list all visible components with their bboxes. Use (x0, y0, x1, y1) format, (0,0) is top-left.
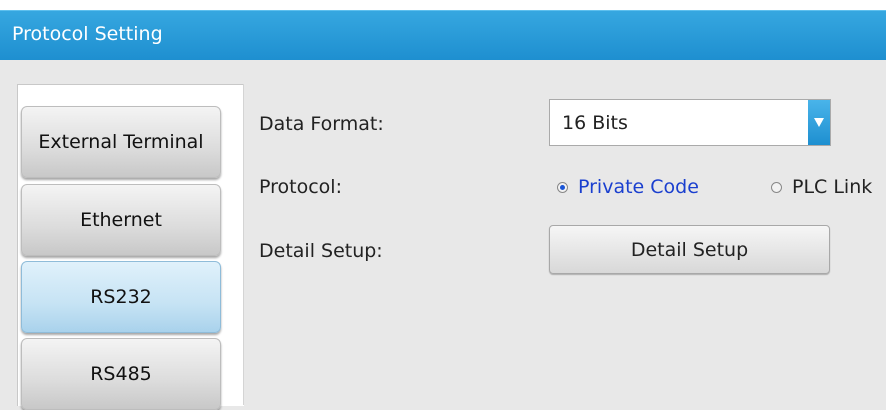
title-bar: Protocol Setting (0, 10, 886, 60)
top-margin (0, 0, 886, 10)
sidebar-item-rs232[interactable]: RS232 (21, 261, 221, 333)
protocol-option-plc-link[interactable]: PLC Link (771, 176, 872, 198)
data-format-value: 16 Bits (562, 112, 628, 134)
radio-label: PLC Link (792, 176, 873, 198)
panel-divider (243, 84, 244, 405)
window-title: Protocol Setting (12, 23, 163, 45)
radio-checked-icon (557, 181, 568, 193)
radio-label: Private Code (578, 176, 699, 198)
sidebar-item-label: External Terminal (38, 131, 204, 153)
sidebar-item-label: Ethernet (80, 209, 162, 231)
radio-unchecked-icon (771, 181, 782, 193)
protocol-label: Protocol: (259, 176, 342, 198)
detail-setup-label: Detail Setup: (259, 240, 383, 262)
data-format-select[interactable]: 16 Bits (549, 99, 831, 146)
sidebar-item-external-terminal[interactable]: External Terminal (21, 106, 221, 178)
sidebar-item-ethernet[interactable]: Ethernet (21, 184, 221, 256)
protocol-option-private-code[interactable]: Private Code (557, 176, 699, 198)
sidebar-item-label: RS485 (90, 363, 152, 385)
dropdown-arrow-icon[interactable] (808, 100, 830, 145)
data-format-label: Data Format: (259, 113, 384, 135)
detail-setup-button-label: Detail Setup (630, 238, 749, 261)
sidebar-item-label: RS232 (90, 286, 152, 308)
sidebar-item-rs485[interactable]: RS485 (21, 338, 221, 410)
detail-setup-button[interactable]: Detail Setup (549, 225, 830, 274)
